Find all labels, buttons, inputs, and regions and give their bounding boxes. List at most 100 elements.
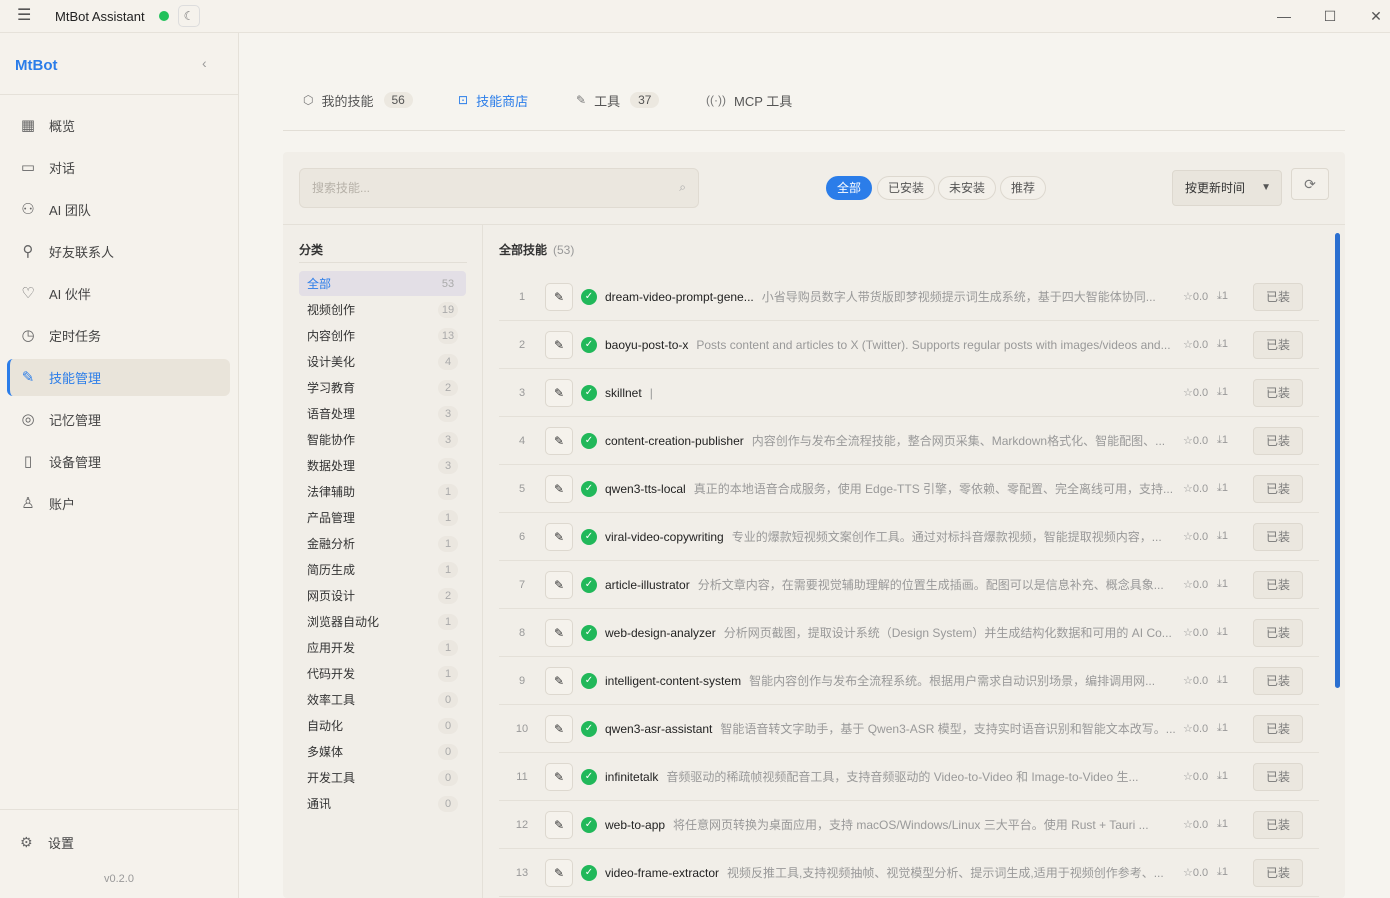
installed-button[interactable]: 已装 [1253,810,1303,839]
downloads: ⤓1 [1217,866,1253,879]
installed-button[interactable]: 已装 [1253,666,1303,695]
installed-button[interactable]: 已装 [1253,522,1303,551]
tab-tools[interactable]: ✎ 工具 37 [576,90,660,110]
installed-button[interactable]: 已装 [1253,330,1303,359]
skill-row[interactable]: 3 ✎ ✓ skillnet | ☆0.0 ⤓1 已装 [499,369,1319,417]
sidebar-item-scheduled-tasks[interactable]: ◷ 定时任务 [7,317,230,354]
category-item[interactable]: 视频创作 19 [299,297,466,322]
search-input[interactable] [312,169,662,207]
category-item[interactable]: 产品管理 1 [299,505,466,530]
collapse-sidebar-chevron-left-icon[interactable]: ‹ [202,55,207,71]
maximize-button[interactable]: ☐ [1320,6,1340,26]
installed-button[interactable]: 已装 [1253,426,1303,455]
minimize-button[interactable]: — [1274,6,1294,26]
skill-store-panel: ⌕ 全部 已安装 未安装 推荐 按更新时间▼ ⟳ 分类 全部53视频创作19内容… [283,152,1345,898]
hamburger-menu-icon[interactable]: ☰ [17,8,35,24]
category-item[interactable]: 代码开发 1 [299,661,466,686]
tab-my-skills[interactable]: ⬡ 我的技能 56 [303,90,413,110]
sidebar-item-ai-team[interactable]: ⚇ AI 团队 [7,191,230,228]
category-item[interactable]: 网页设计 2 [299,583,466,608]
scrollbar[interactable] [1335,233,1340,688]
tab-mcp-tools[interactable]: ((·)) MCP 工具 [706,90,792,110]
check-circle-icon: ✓ [581,672,597,689]
category-item[interactable]: 多媒体 0 [299,739,466,764]
category-name: 内容创作 [307,329,356,343]
sidebar-item-skills[interactable]: ✎ 技能管理 [7,359,230,396]
category-item[interactable]: 自动化 0 [299,713,466,738]
theme-toggle-moon-icon[interactable]: ☾ [178,5,200,27]
rating-value: 0.0 [1192,675,1209,687]
category-item[interactable]: 开发工具 0 [299,765,466,790]
skill-row[interactable]: 11 ✎ ✓ infinitetalk 音频驱动的稀疏帧视频配音工具，支持音频驱动的 V… [499,753,1319,801]
sort-select[interactable]: 按更新时间 ▼ [1172,170,1282,206]
installed-button[interactable]: 已装 [1253,570,1303,599]
downloads: ⤓1 [1217,434,1253,447]
search-icon[interactable]: ⌕ [679,180,686,195]
installed-button[interactable]: 已装 [1253,762,1303,791]
wrench-icon: ✎ [545,810,573,839]
category-item[interactable]: 全部 53 [299,271,466,296]
skill-row[interactable]: 13 ✎ ✓ video-frame-extractor 视频反推工具,支持视频抽帧、视… [499,849,1319,897]
settings-button[interactable]: ⚙ 设置 [20,833,74,852]
check-circle-icon: ✓ [581,432,597,449]
skill-row[interactable]: 2 ✎ ✓ baoyu-post-to-x Posts content and arti… [499,321,1319,369]
skill-row[interactable]: 4 ✎ ✓ content-creation-publisher 内容创作与发布全流程技… [499,417,1319,465]
shopping-bag-icon: ⊡ [458,93,469,107]
skill-row[interactable]: 1 ✎ ✓ dream-video-prompt-gene... 小省导购员数字人带货版… [499,273,1319,321]
category-item[interactable]: 应用开发 1 [299,635,466,660]
sidebar-item-memory[interactable]: ◎ 记忆管理 [7,401,230,438]
installed-button[interactable]: 已装 [1253,378,1303,407]
category-item[interactable]: 浏览器自动化 1 [299,609,466,634]
refresh-button[interactable]: ⟳ [1291,168,1329,200]
downloads: ⤓1 [1217,386,1253,399]
skill-description: 将任意网页转换为桌面应用，支持 macOS/Windows/Linux 三大平台… [673,818,1149,832]
category-item[interactable]: 简历生成 1 [299,557,466,582]
category-item[interactable]: 设计美化 4 [299,349,466,374]
star-icon: ☆ [1183,771,1193,783]
skill-row[interactable]: 10 ✎ ✓ qwen3-asr-assistant 智能语音转文字助手，基于 Qwen… [499,705,1319,753]
brand-logo: MtBot [15,57,58,74]
sidebar-item-overview[interactable]: ▦ 概览 [7,107,230,144]
sidebar-item-label: 对话 [49,161,76,176]
star-icon: ☆ [1183,723,1193,735]
skill-row[interactable]: 9 ✎ ✓ intelligent-content-system 智能内容创作与发布全流… [499,657,1319,705]
filter-all[interactable]: 全部 [826,176,872,200]
installed-button[interactable]: 已装 [1253,714,1303,743]
close-button[interactable]: ✕ [1366,6,1386,26]
skill-row[interactable]: 7 ✎ ✓ article-illustrator 分析文章内容，在需要视觉辅助理解的位… [499,561,1319,609]
skill-row[interactable]: 5 ✎ ✓ qwen3-tts-local 真正的本地语音合成服务，使用 Edge-TT… [499,465,1319,513]
category-item[interactable]: 内容创作 13 [299,323,466,348]
category-name: 开发工具 [307,771,356,785]
installed-button[interactable]: 已装 [1253,858,1303,887]
skill-row[interactable]: 12 ✎ ✓ web-to-app 将任意网页转换为桌面应用，支持 macOS/Wind… [499,801,1319,849]
category-count: 53 [441,277,455,290]
sidebar-item-label: AI 团队 [49,203,91,218]
category-count: 0 [438,743,458,760]
sidebar-item-account[interactable]: ♙ 账户 [7,485,230,522]
category-item[interactable]: 金融分析 1 [299,531,466,556]
filter-installed[interactable]: 已安装 [877,176,935,200]
filter-recommended[interactable]: 推荐 [1000,176,1046,200]
check-circle-icon: ✓ [581,384,597,401]
rating: ☆0.0 [1183,290,1217,303]
skill-row[interactable]: 6 ✎ ✓ viral-video-copywriting 专业的爆款短视频文案创作工具… [499,513,1319,561]
category-item[interactable]: 数据处理 3 [299,453,466,478]
sidebar-item-devices[interactable]: ▯ 设备管理 [7,443,230,480]
category-item[interactable]: 法律辅助 1 [299,479,466,504]
category-item[interactable]: 智能协作 3 [299,427,466,452]
category-item[interactable]: 学习教育 2 [299,375,466,400]
category-item[interactable]: 效率工具 0 [299,687,466,712]
sidebar-item-chat[interactable]: ▭ 对话 [7,149,230,186]
sidebar-item-label: 记忆管理 [49,413,102,428]
skill-row[interactable]: 8 ✎ ✓ web-design-analyzer 分析网页截图，提取设计系统（Desi… [499,609,1319,657]
category-item[interactable]: 通讯 0 [299,791,466,816]
category-item[interactable]: 语音处理 3 [299,401,466,426]
sidebar-item-contacts[interactable]: ⚲ 好友联系人 [7,233,230,270]
sidebar-item-ai-partner[interactable]: ♡ AI 伙伴 [7,275,230,312]
installed-button[interactable]: 已装 [1253,474,1303,503]
installed-button[interactable]: 已装 [1253,282,1303,311]
filter-not-installed[interactable]: 未安装 [938,176,996,200]
installed-button[interactable]: 已装 [1253,618,1303,647]
settings-label: 设置 [48,836,75,851]
tab-skill-store[interactable]: ⊡ 技能商店 [458,90,528,110]
